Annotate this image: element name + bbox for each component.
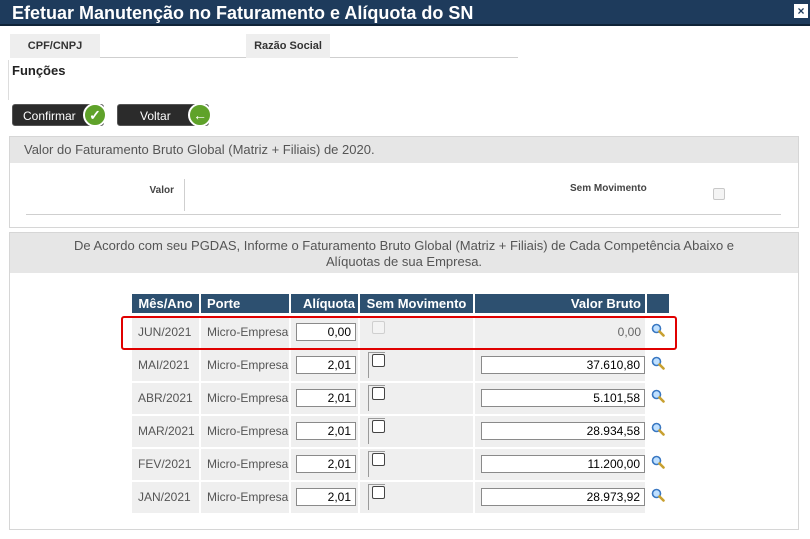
table-row: ABR/2021 Micro-Empresa 2,01 5.101,58 bbox=[132, 383, 677, 416]
valor-bruto-input[interactable]: 28.973,92 bbox=[481, 488, 645, 506]
sem-movimento-checkbox[interactable] bbox=[713, 188, 725, 200]
check-icon: ✓ bbox=[83, 103, 107, 127]
cell-mes-ano: MAI/2021 bbox=[132, 350, 199, 381]
aliquota-input[interactable]: 2,01 bbox=[296, 389, 356, 407]
magnifier-icon[interactable] bbox=[651, 455, 665, 469]
divider bbox=[8, 60, 9, 100]
window-title: Efetuar Manutenção no Faturamento e Alíq… bbox=[12, 3, 474, 23]
header-actions bbox=[647, 294, 669, 313]
confirm-button-label: Confirmar bbox=[23, 109, 76, 123]
header-porte: Porte bbox=[201, 294, 289, 313]
checkbox-frame bbox=[368, 484, 385, 510]
cell-porte: Micro-Empresa bbox=[201, 482, 289, 513]
header-aliquota: Alíquota bbox=[291, 294, 358, 313]
close-icon[interactable]: × bbox=[794, 4, 808, 18]
prior-year-heading: Valor do Faturamento Bruto Global (Matri… bbox=[10, 137, 798, 163]
header-valor-bruto: Valor Bruto bbox=[475, 294, 645, 313]
window-titlebar: Efetuar Manutenção no Faturamento e Alíq… bbox=[0, 0, 810, 26]
header-mes-ano: Mês/Ano bbox=[132, 294, 199, 313]
highlight-box bbox=[121, 316, 677, 350]
back-button-label: Voltar bbox=[140, 109, 171, 123]
competencias-heading: De Acordo com seu PGDAS, Informe o Fatur… bbox=[10, 233, 798, 273]
cell-porte: Micro-Empresa bbox=[201, 383, 289, 414]
competencias-panel: De Acordo com seu PGDAS, Informe o Fatur… bbox=[9, 232, 799, 530]
valor-bruto-input[interactable]: 37.610,80 bbox=[481, 356, 645, 374]
valor-bruto-input[interactable]: 5.101,58 bbox=[481, 389, 645, 407]
cell-mes-ano: FEV/2021 bbox=[132, 449, 199, 480]
checkbox-frame bbox=[368, 418, 385, 444]
tab-cpf-cnpj[interactable]: CPF/CNPJ bbox=[10, 34, 100, 58]
cell-porte: Micro-Empresa bbox=[201, 416, 289, 447]
header-sem-movimento: Sem Movimento bbox=[360, 294, 473, 313]
aliquota-input[interactable]: 2,01 bbox=[296, 488, 356, 506]
divider bbox=[26, 214, 781, 215]
checkbox-frame bbox=[368, 451, 385, 477]
aliquota-input[interactable]: 2,01 bbox=[296, 356, 356, 374]
magnifier-icon[interactable] bbox=[651, 356, 665, 370]
valor-bruto-input[interactable]: 28.934,58 bbox=[481, 422, 645, 440]
grid-header: Mês/Ano Porte Alíquota Sem Movimento Val… bbox=[132, 294, 677, 313]
arrow-left-icon: ← bbox=[188, 103, 212, 127]
valor-label: Valor bbox=[130, 179, 185, 211]
checkbox-frame bbox=[368, 352, 385, 378]
cell-mes-ano: MAR/2021 bbox=[132, 416, 199, 447]
checkbox-frame bbox=[368, 385, 385, 411]
confirm-button[interactable]: Confirmar ✓ bbox=[12, 103, 107, 127]
aliquota-input[interactable]: 2,01 bbox=[296, 455, 356, 473]
sem-movimento-label: Sem Movimento bbox=[570, 183, 647, 194]
valor-bruto-input[interactable]: 11.200,00 bbox=[481, 455, 645, 473]
competencias-heading-line2: Alíquotas de sua Empresa. bbox=[325, 254, 483, 269]
magnifier-icon[interactable] bbox=[651, 389, 665, 403]
table-row: MAI/2021 Micro-Empresa 2,01 37.610,80 bbox=[132, 350, 677, 383]
competencias-heading-line1: De Acordo com seu PGDAS, Informe o Fatur… bbox=[73, 238, 735, 253]
tab-bar: CPF/CNPJ Razão Social bbox=[10, 34, 518, 58]
table-row: JAN/2021 Micro-Empresa 2,01 28.973,92 bbox=[132, 482, 677, 515]
cell-mes-ano: ABR/2021 bbox=[132, 383, 199, 414]
prior-year-panel: Valor do Faturamento Bruto Global (Matri… bbox=[9, 136, 799, 228]
magnifier-icon[interactable] bbox=[651, 422, 665, 436]
cell-mes-ano: JAN/2021 bbox=[132, 482, 199, 513]
section-title-funcoes: Funções bbox=[12, 63, 66, 78]
tab-razao-social[interactable]: Razão Social bbox=[246, 34, 330, 58]
back-button[interactable]: Voltar ← bbox=[117, 103, 212, 127]
table-row: FEV/2021 Micro-Empresa 2,01 11.200,00 bbox=[132, 449, 677, 482]
aliquota-input[interactable]: 2,01 bbox=[296, 422, 356, 440]
table-row: MAR/2021 Micro-Empresa 2,01 28.934,58 bbox=[132, 416, 677, 449]
cell-porte: Micro-Empresa bbox=[201, 350, 289, 381]
cell-porte: Micro-Empresa bbox=[201, 449, 289, 480]
magnifier-icon[interactable] bbox=[651, 488, 665, 502]
